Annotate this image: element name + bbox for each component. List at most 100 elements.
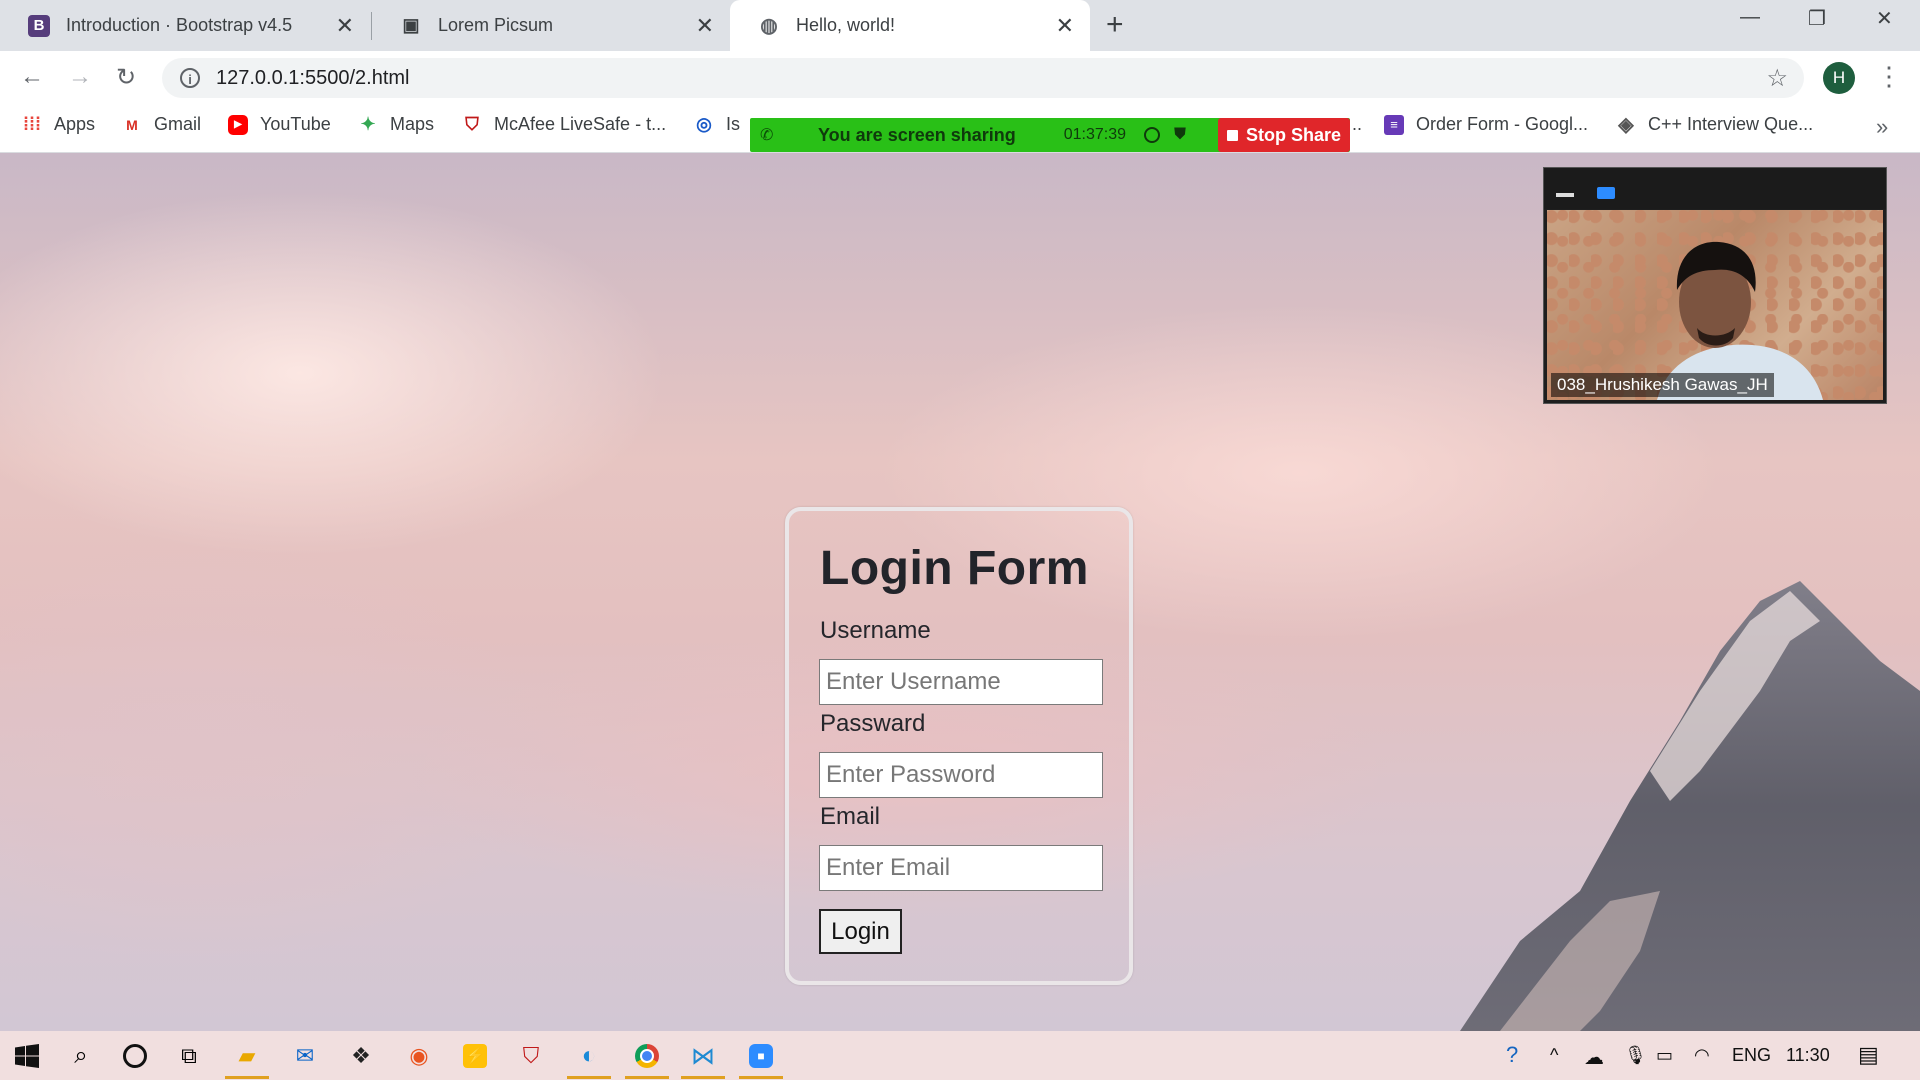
notifications-icon[interactable]: ▤ (1858, 1042, 1879, 1068)
clock[interactable]: 11:30 (1786, 1045, 1830, 1066)
profile-avatar[interactable]: H (1823, 62, 1855, 94)
wifi-icon[interactable]: ◠ (1694, 1045, 1710, 1066)
search-icon[interactable]: ⌕ (64, 1039, 98, 1073)
tab-lorem-picsum[interactable]: ▣ Lorem Picsum ✕ (372, 0, 730, 51)
password-label: Passward (820, 710, 926, 737)
maps-icon: ✦ (360, 114, 376, 134)
dropbox-icon[interactable]: ❖ (344, 1039, 378, 1073)
vscode-icon[interactable]: ⋈ (681, 1039, 725, 1079)
bookmark-label: Gmail (154, 114, 202, 134)
taskbar: ⌕ ⧉ ▰ ✉ ❖ ◉ ⚡ ⛉ ◐ ⋈ ■ ? ^ ☁ 🎙 ▭ ◠ ENG 11… (0, 1031, 1920, 1080)
apps-grid-icon: ⁞⁞⁞ (23, 114, 41, 134)
forward-icon[interactable]: → (68, 63, 92, 91)
cortana-icon[interactable] (118, 1039, 152, 1073)
help-icon[interactable]: ? (1506, 1042, 1518, 1068)
mcafee-taskbar-icon[interactable]: ⛉ (514, 1039, 548, 1073)
bookmark-youtube[interactable]: ▶ YouTube (228, 114, 331, 135)
bookmark-maps[interactable]: ✦ Maps (358, 114, 434, 135)
share-timer: 01:37:39 (1063, 126, 1127, 143)
mountain-image (1460, 581, 1920, 1031)
stop-share-button[interactable]: Stop Share (1218, 118, 1350, 152)
video-tile-header (1544, 168, 1886, 209)
participant-silhouette (1657, 241, 1823, 400)
zoom-video-tile[interactable]: 038_Hrushikesh Gawas_JH (1543, 167, 1887, 404)
language-indicator[interactable]: ENG (1732, 1045, 1771, 1066)
globe-icon: ◍ (760, 15, 778, 37)
close-tab-icon[interactable]: ✕ (696, 13, 714, 39)
share-message: You are screen sharing (818, 124, 1016, 145)
tab-title: Lorem Picsum (438, 15, 554, 35)
browser-toolbar: ← → ↻ i 127.0.0.1:5500/2.html ☆ H ⋮ (0, 51, 1920, 104)
email-label: Email (820, 803, 881, 830)
url-text: 127.0.0.1:5500/2.html (216, 66, 410, 89)
tab-title: Hello, world! (796, 15, 896, 35)
minimize-video-icon[interactable] (1556, 193, 1574, 197)
file-explorer-icon[interactable]: ▰ (225, 1039, 269, 1079)
view-mode-icon[interactable] (1597, 187, 1615, 199)
power-app-icon[interactable]: ⚡ (458, 1039, 492, 1073)
microphone-icon[interactable]: 🎙 (1624, 1045, 1647, 1066)
tab-strip: B Introduction · Bootstrap v4.5 ✕ ▣ Lore… (0, 0, 1920, 51)
menu-kebab-icon[interactable]: ⋮ (1876, 61, 1902, 92)
mail-icon[interactable]: ✉ (288, 1039, 322, 1073)
site-info-icon[interactable]: i (180, 68, 200, 88)
form-title: Login Form (820, 542, 1089, 595)
code-icon: ◈ (1618, 114, 1634, 136)
battery-icon[interactable]: ▭ (1656, 1045, 1673, 1066)
zoom-icon[interactable]: ■ (739, 1039, 783, 1079)
bookmark-ellipsis[interactable]: .. (1352, 114, 1362, 135)
ubuntu-icon[interactable]: ◉ (402, 1039, 436, 1073)
image-icon: ▣ (402, 15, 420, 35)
bootstrap-icon: B (28, 14, 50, 37)
username-label: Username (820, 617, 931, 644)
tab-title: Introduction · Bootstrap v4.5 (66, 15, 293, 35)
bookmark-label: YouTube (260, 114, 331, 134)
tab-hello-world[interactable]: ◍ Hello, world! ✕ (730, 0, 1090, 51)
bookmark-star-icon[interactable]: ☆ (1766, 64, 1788, 93)
restore-icon[interactable]: ❐ (1808, 6, 1826, 31)
bookmark-mcafee[interactable]: ⛉ McAfee LiveSafe - t... (462, 114, 666, 135)
pause-icon[interactable] (1144, 127, 1161, 143)
minimize-icon[interactable]: — (1740, 6, 1760, 29)
task-view-icon[interactable]: ⧉ (172, 1039, 206, 1073)
email-input[interactable] (819, 845, 1103, 891)
bookmark-order-form[interactable]: ≡ Order Form - Googl... (1384, 114, 1588, 135)
onedrive-icon[interactable]: ☁ (1584, 1045, 1604, 1070)
bookmark-apps[interactable]: ⁞⁞⁞ Apps (22, 114, 95, 135)
show-hidden-icons[interactable]: ^ (1550, 1045, 1558, 1066)
phone-icon: ✆ (760, 127, 774, 144)
screen-share-bar[interactable]: ✆ You are screen sharing 01:37:39 ⛊ Stop… (750, 118, 1350, 152)
chrome-icon[interactable] (625, 1039, 669, 1079)
site-icon: ◎ (696, 114, 712, 134)
edge-icon[interactable]: ◐ (567, 1039, 611, 1079)
window-close-icon[interactable]: ✕ (1876, 6, 1893, 31)
mcafee-icon: ⛉ (465, 114, 479, 134)
youtube-icon: ▶ (228, 114, 248, 135)
close-tab-icon[interactable]: ✕ (336, 13, 354, 39)
back-icon[interactable]: ← (20, 63, 44, 91)
login-form-card: Login Form Username Passward Email Login (785, 507, 1133, 985)
participant-name: 038_Hrushikesh Gawas_JH (1551, 373, 1774, 397)
password-input[interactable] (819, 752, 1103, 798)
tab-bootstrap[interactable]: B Introduction · Bootstrap v4.5 ✕ (0, 0, 370, 51)
username-input[interactable] (819, 659, 1103, 705)
reload-icon[interactable]: ↻ (116, 63, 136, 92)
bookmark-label: Maps (390, 114, 435, 134)
bookmark-label: Is (726, 114, 741, 134)
close-tab-icon[interactable]: ✕ (1056, 13, 1074, 39)
bookmark-label: C++ Interview Que... (1648, 114, 1814, 134)
bookmark-label: McAfee LiveSafe - t... (494, 114, 667, 134)
new-tab-icon[interactable]: + (1106, 8, 1124, 42)
bookmark-gmail[interactable]: M Gmail (122, 114, 201, 135)
bookmark-is[interactable]: ◎ Is (694, 114, 740, 135)
bookmark-cpp[interactable]: ◈ C++ Interview Que... (1616, 114, 1814, 136)
bookmark-label: Apps (54, 114, 96, 134)
start-windows-icon[interactable] (10, 1039, 44, 1073)
shield-icon: ⛊ (1174, 126, 1187, 143)
participant-video: 038_Hrushikesh Gawas_JH (1547, 210, 1883, 400)
login-button[interactable]: Login (819, 909, 902, 954)
stop-icon (1226, 129, 1238, 141)
bookmark-label: Order Form - Googl... (1416, 114, 1589, 134)
bookmarks-overflow-icon[interactable]: » (1876, 114, 1888, 140)
address-bar[interactable]: i 127.0.0.1:5500/2.html ☆ (162, 58, 1804, 98)
